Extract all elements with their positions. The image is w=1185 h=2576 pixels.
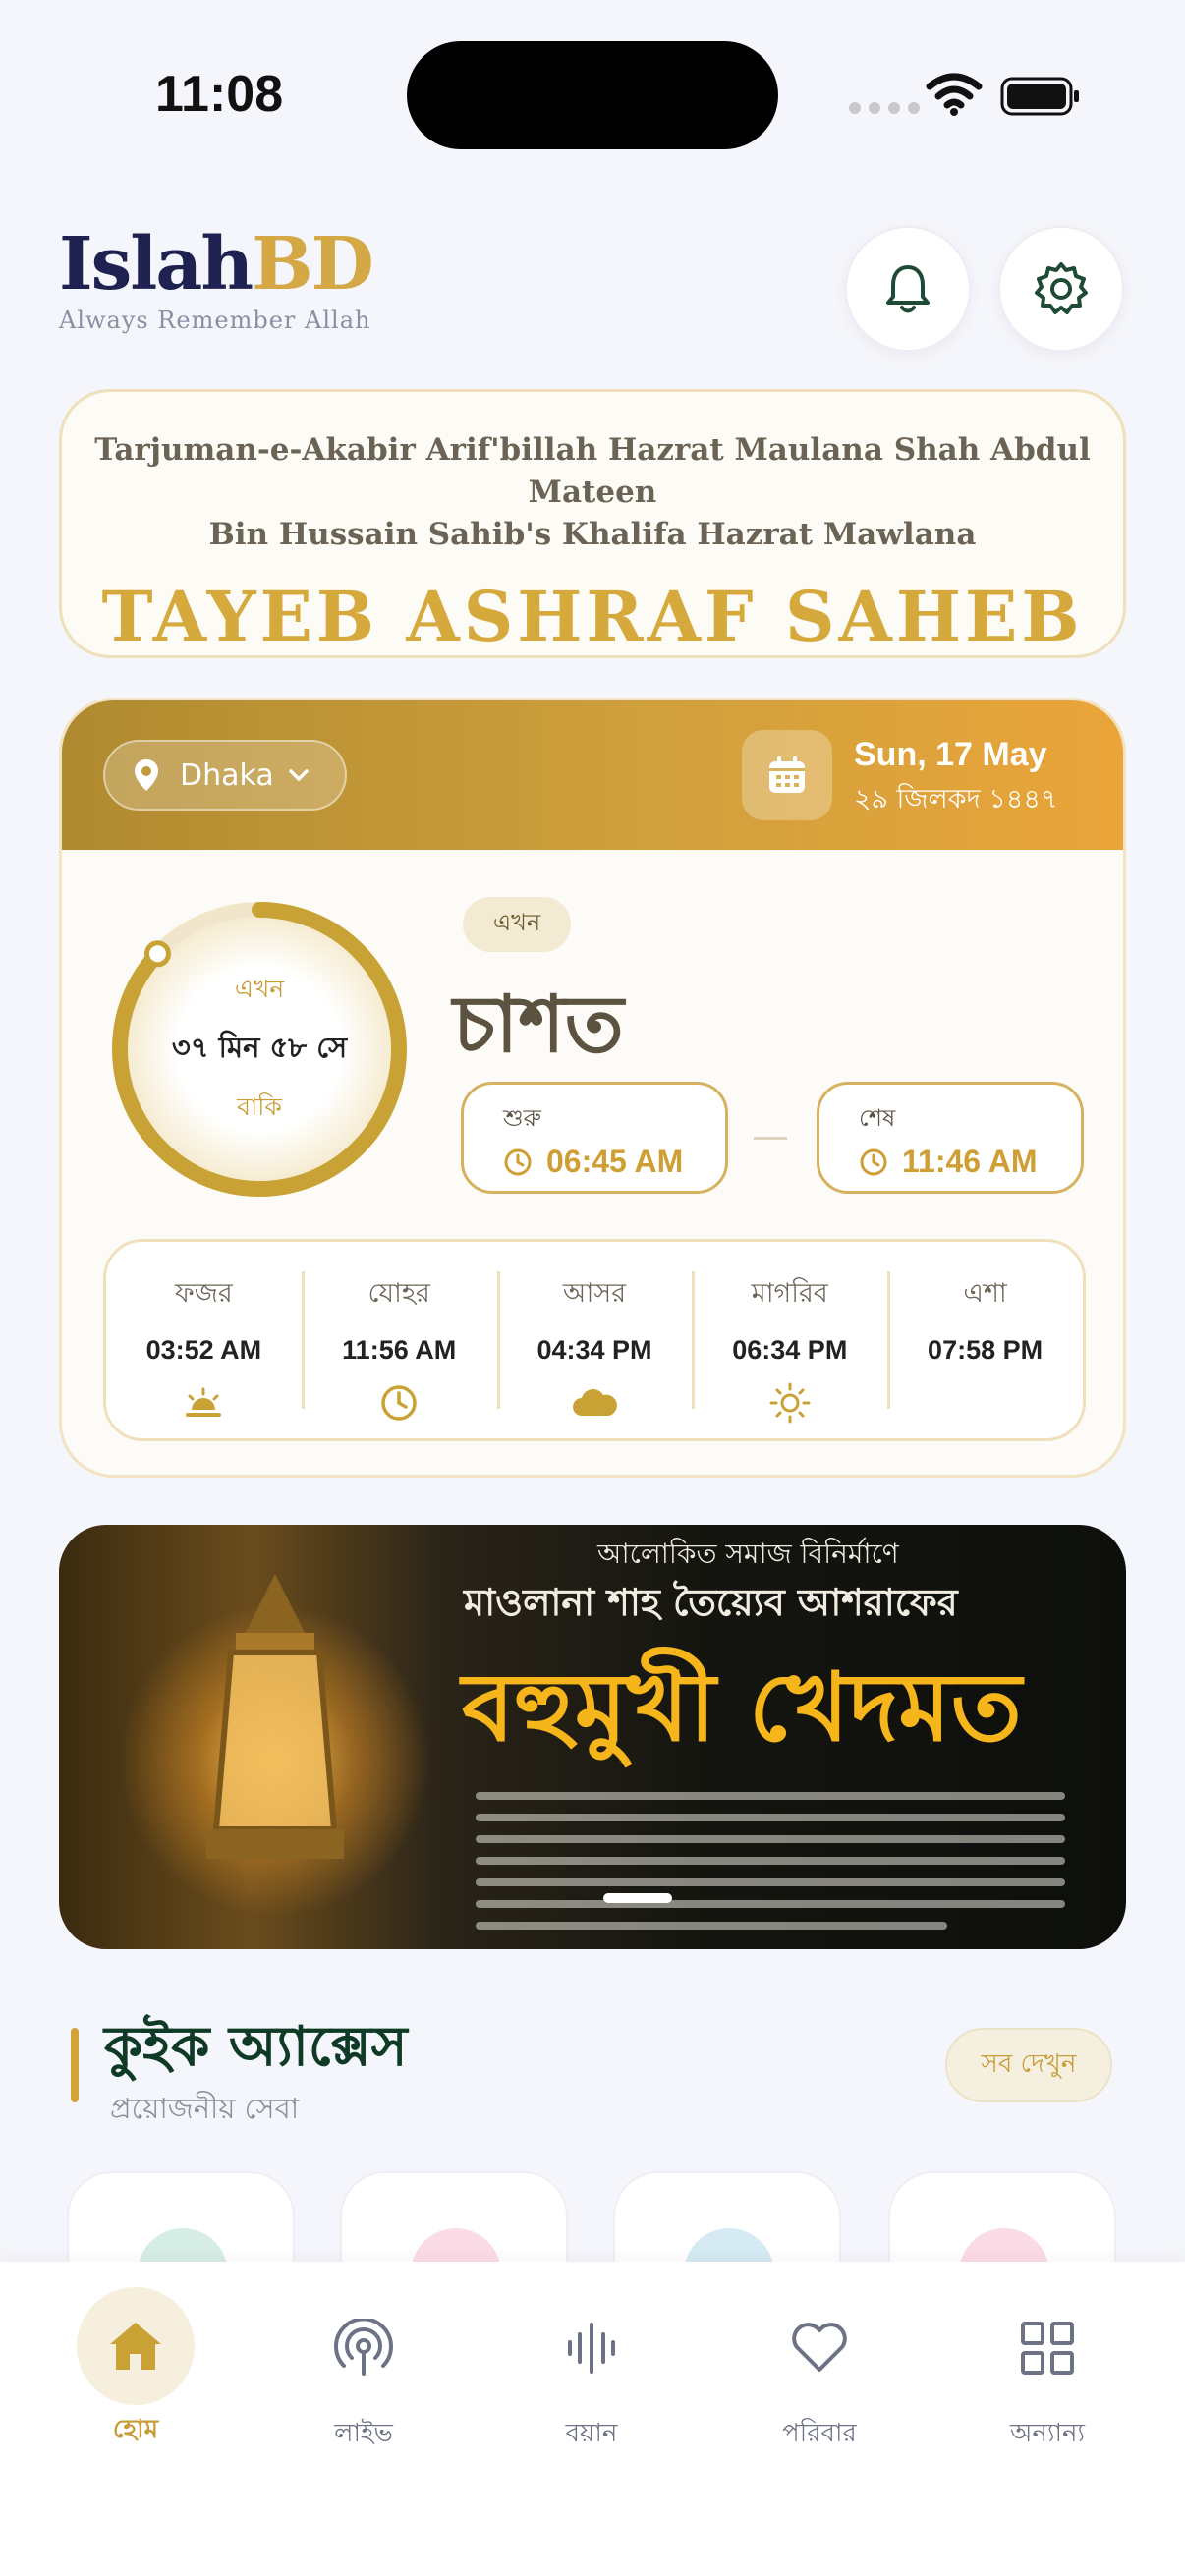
grid-icon [1021,2322,1074,2375]
clock-icon [504,1148,532,1175]
nav-others[interactable]: অন্যান্য [959,2287,1136,2456]
prayer-asr[interactable]: আসর 04:34 PM [496,1242,693,1438]
gregorian-date: Sun, 17 May [854,736,1047,773]
countdown-text: এখন ৩৭ মিন ৫৮ সে বাকি [97,887,422,1211]
title-subtitle-line2: Bin Hussain Sahib's Khalifa Hazrat Mawla… [208,517,977,552]
moon-icon [975,1385,993,1421]
sheikh-name: TAYEB ASHRAF SAHEB [101,576,1084,657]
settings-button[interactable] [998,226,1124,352]
prayer-time: 07:58 PM [928,1335,1044,1365]
bell-icon [886,265,930,313]
promo-banner[interactable]: আলোকিত সমাজ বিনির্মাণে মাওলানা শাহ তৈয়্… [59,1525,1126,1949]
countdown-remaining: ৩৭ মিন ৫৮ সে [171,1030,348,1064]
prayer-name: এশা [963,1278,1007,1309]
banner-paragraph [476,1792,1065,1939]
wifi-icon [926,73,983,116]
logo-text-islah: Islah [59,222,254,307]
sun-icon [769,1382,811,1424]
lantern-icon [206,1574,344,1859]
now-badge: এখন [463,897,571,952]
broadcast-icon [334,2319,393,2376]
logo-tagline: Always Remember Allah [59,307,371,334]
nav-label: বয়ান [565,2419,618,2448]
nav-label: লাইভ [334,2419,393,2448]
prayer-isha[interactable]: এশা 07:58 PM [887,1242,1083,1438]
prayer-time: 11:56 AM [342,1335,457,1365]
prayer-time: 06:34 PM [732,1335,848,1365]
audio-wave-icon [568,2323,615,2374]
heart-icon [792,2323,847,2372]
calendar-icon [769,756,805,793]
cloud-icon [572,1389,617,1416]
time-range-divider [754,1137,787,1140]
location-pin-icon [135,759,158,791]
current-prayer-name: চাশত [453,978,624,1070]
notifications-button[interactable] [845,226,971,352]
countdown-label-now: এখন [234,974,285,1003]
sunrise-icon [186,1387,222,1417]
start-time-box: শুরু 06:45 AM [461,1082,728,1194]
hijri-date: ২৯ জিলকদ ১৪৪৭ [854,784,1058,814]
end-label: শেষ [859,1104,896,1132]
daily-prayer-times: ফজর 03:52 AM যোহর 11:56 AM আসর 04:34 PM … [103,1239,1086,1441]
nav-bayan[interactable]: বয়ান [503,2287,680,2456]
nav-home[interactable]: হোম [47,2287,224,2452]
start-label: শুরু [503,1104,542,1132]
battery-icon [1000,77,1079,116]
location-name: Dhaka [180,757,274,793]
clock-icon [381,1385,417,1421]
prayer-name: যোহর [367,1278,430,1309]
see-all-button[interactable]: সব দেখুন [945,2028,1112,2102]
title-subtitle-line1: Tarjuman-e-Akabir Arif'billah Hazrat Mau… [94,432,1091,510]
logo-text-bd: BD [252,222,374,307]
bottom-navigation: হোম লাইভ বয়ান পরিবার অন্যান্য [0,2262,1185,2576]
banner-tagline: আলোকিত সমাজ বিনির্মাণে [597,1538,899,1570]
banner-title: বহুমুখী খেদমত [462,1652,1022,1763]
title-subtitle: Tarjuman-e-Akabir Arif'billah Hazrat Mau… [62,429,1123,556]
calendar-button[interactable] [742,730,832,820]
countdown-label-left: বাকি [237,1092,282,1121]
nav-label: অন্যান্য [1009,2419,1086,2448]
app-logo: IslahBD Always Remember Allah [59,228,374,334]
prayer-dhuhr[interactable]: যোহর 11:56 AM [301,1242,497,1438]
prayer-time-card: Dhaka Sun, 17 May ২৯ জিলকদ ১৪৪৭ এখন ৩৭ ম… [59,698,1126,1478]
prayer-card-header: Dhaka Sun, 17 May ২৯ জিলকদ ১৪৪৭ [62,700,1123,850]
signal-icon [849,102,920,114]
end-time-box: শেষ 11:46 AM [817,1082,1084,1194]
nav-label: পরিবার [782,2419,857,2448]
prayer-name: আসর [562,1278,627,1309]
end-time: 11:46 AM [902,1144,1038,1179]
prayer-maghrib[interactable]: মাগরিব 06:34 PM [692,1242,887,1438]
sheikh-title-card: Tarjuman-e-Akabir Arif'billah Hazrat Mau… [59,389,1126,658]
clock-icon [860,1148,887,1175]
section-accent-bar [71,2028,79,2102]
prayer-name: মাগরিব [751,1278,828,1309]
status-time: 11:08 [155,66,284,123]
banner-subtitle: মাওলানা শাহ তৈয়্যেব আশরাফের [464,1581,958,1624]
gear-icon [1035,262,1088,314]
prayer-time: 03:52 AM [145,1335,262,1365]
carousel-indicator [603,1893,672,1903]
prayer-name: ফজর [175,1278,233,1309]
quick-access-subtitle: প্রয়োজনীয় সেবা [110,2092,300,2125]
location-selector[interactable]: Dhaka [103,740,347,811]
quick-access-title: কুইক অ্যাক্সেস [104,2014,408,2079]
nav-label: হোম [112,2415,159,2444]
chevron-down-icon [288,769,309,781]
start-time: 06:45 AM [546,1144,684,1179]
nav-family[interactable]: পরিবার [731,2287,908,2456]
dynamic-island [407,41,778,149]
nav-live[interactable]: লাইভ [275,2287,452,2456]
home-icon [110,2323,161,2370]
prayer-fajr[interactable]: ফজর 03:52 AM [106,1242,302,1438]
prayer-time: 04:34 PM [536,1335,652,1365]
